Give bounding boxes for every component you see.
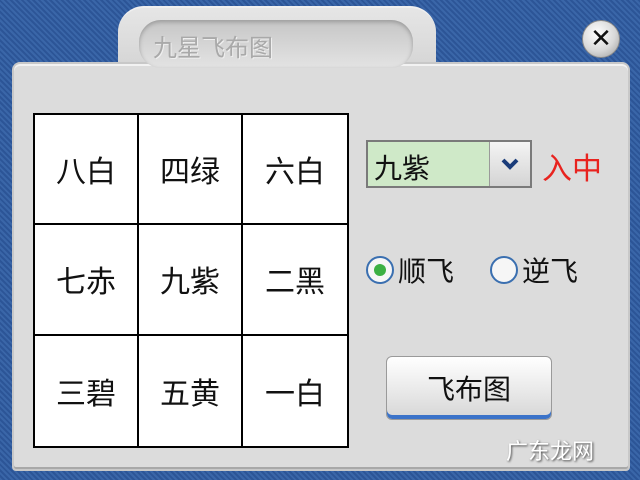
close-icon: ✕ — [590, 24, 612, 54]
star-select-value: 九紫 — [374, 152, 431, 185]
grid-cell: 九紫 — [139, 225, 243, 336]
window-title: 九星飞布图 — [153, 34, 273, 62]
radio-reverse-label: 逆飞 — [522, 255, 579, 288]
grid-cell: 二黑 — [243, 225, 347, 336]
enter-center-label: 入中 — [542, 152, 602, 187]
chevron-down-icon — [501, 158, 519, 170]
grid-cell: 八白 — [35, 115, 139, 226]
grid-cell: 三碧 — [35, 335, 139, 446]
grid-cell: 四绿 — [139, 115, 243, 226]
star-select[interactable]: 九紫 — [366, 140, 532, 188]
radio-forward[interactable]: 顺飞 — [366, 250, 454, 290]
radio-reverse[interactable]: 逆飞 — [490, 250, 578, 290]
grid-cell: 五黄 — [139, 335, 243, 446]
draw-chart-button[interactable]: 飞布图 — [386, 356, 552, 420]
nine-star-grid: 八白 四绿 六白 七赤 九紫 二黑 三碧 五黄 一白 — [33, 113, 349, 448]
grid-cell: 六白 — [243, 115, 347, 226]
grid-cell: 七赤 — [35, 225, 139, 336]
radio-unchecked-icon[interactable] — [490, 256, 518, 284]
title-bar[interactable]: 九星飞布图 — [139, 20, 413, 68]
watermark: 广东龙网 — [506, 440, 595, 465]
grid-cell: 一白 — [265, 376, 325, 412]
close-button[interactable]: ✕ — [582, 20, 620, 58]
dropdown-button[interactable] — [489, 142, 530, 186]
radio-checked-icon[interactable] — [366, 256, 394, 284]
radio-forward-label: 顺飞 — [398, 255, 455, 288]
